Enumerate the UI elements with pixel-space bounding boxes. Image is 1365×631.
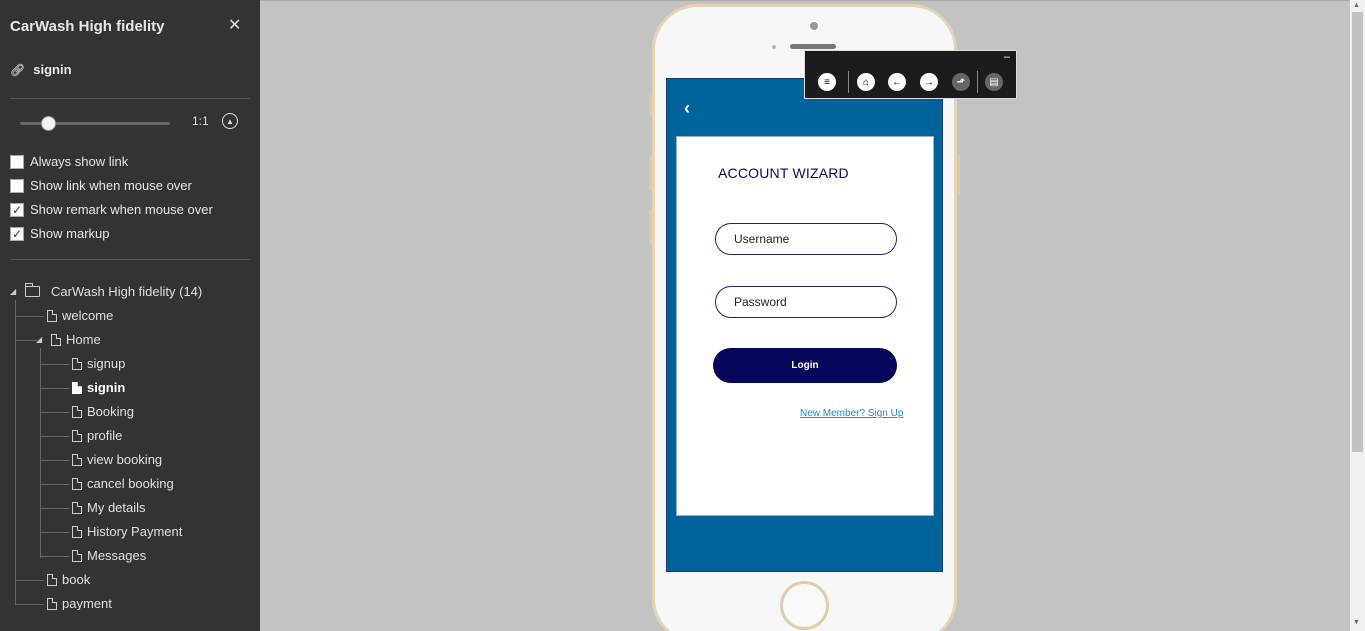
tree-item-profile[interactable]: profile	[72, 428, 122, 443]
zoom-label: 1:1	[192, 114, 209, 128]
page-icon	[72, 453, 82, 466]
checkbox-checked[interactable]: ✓	[10, 202, 24, 217]
link-icon: 🔗︎	[10, 62, 26, 77]
signin-card	[676, 136, 934, 516]
page-icon	[72, 525, 82, 538]
arrow-left-icon[interactable]: ←	[888, 73, 906, 91]
page-icon	[72, 357, 82, 370]
phone-button	[649, 210, 652, 245]
option-label: Show remark when mouse over	[30, 202, 213, 217]
page-title: ACCOUNT WIZARD	[718, 165, 849, 181]
username-field[interactable]: Username	[715, 223, 897, 255]
current-page-label: signin	[33, 62, 72, 77]
phone-button	[649, 95, 652, 115]
folder-icon	[25, 283, 40, 297]
home-button	[780, 581, 829, 630]
option-show-markup[interactable]: ✓ Show markup	[10, 226, 109, 241]
arrow-right-icon[interactable]: →	[920, 73, 938, 91]
divider	[977, 71, 978, 93]
sensor	[772, 45, 776, 49]
close-icon[interactable]: ✕	[228, 18, 241, 34]
sidebar: CarWash High fidelity ✕ 🔗︎ signin 1:1 ▲ …	[0, 0, 260, 631]
page-icon	[51, 333, 61, 346]
checkbox-checked[interactable]: ✓	[10, 226, 24, 241]
expand-triangle-icon[interactable]: ◢	[36, 335, 46, 344]
tree-item-book[interactable]: book	[47, 572, 90, 587]
tree-item-history-payment[interactable]: History Payment	[72, 524, 182, 539]
page-icon	[72, 501, 82, 514]
option-show-remark[interactable]: ✓ Show remark when mouse over	[10, 202, 213, 217]
home-icon[interactable]: ⌂	[857, 73, 875, 91]
zoom-slider-thumb[interactable]	[41, 116, 56, 131]
page-icon	[72, 405, 82, 418]
current-page: 🔗︎ signin	[10, 62, 72, 77]
option-label: Show markup	[30, 226, 110, 241]
tree-item-payment[interactable]: payment	[47, 596, 112, 610]
document-icon[interactable]: ▤	[985, 73, 1003, 91]
tree-root[interactable]: ◢ CarWash High fidelity (14)	[10, 283, 202, 299]
option-show-link-mouse-over[interactable]: Show link when mouse over	[10, 178, 192, 193]
phone-button	[957, 155, 960, 195]
checkbox[interactable]	[10, 178, 24, 193]
tree-item-messages[interactable]: Messages	[72, 548, 146, 563]
page-icon	[47, 597, 57, 610]
scroll-up-icon[interactable]: ▲	[1353, 2, 1360, 9]
scrollbar-thumb[interactable]	[1352, 12, 1363, 452]
page-icon	[72, 381, 82, 394]
floating-toolbar: – ≡ ⌂ ← → ⬏ ▤	[804, 50, 1017, 99]
tree-item-home[interactable]: ◢ Home	[36, 332, 101, 347]
divider	[10, 259, 250, 260]
option-always-show-link[interactable]: Always show link	[10, 154, 128, 169]
menu-icon[interactable]: ≡	[818, 73, 836, 91]
chevron-up-icon[interactable]: ▲	[222, 113, 238, 129]
password-field[interactable]: Password	[715, 286, 897, 318]
scroll-down-icon[interactable]: ▼	[1353, 619, 1360, 626]
camera-icon	[810, 22, 818, 30]
page-icon	[72, 429, 82, 442]
phone-button	[649, 155, 652, 190]
minimize-button[interactable]: –	[1004, 51, 1010, 63]
speaker	[790, 44, 836, 49]
tree-item-cancel-booking[interactable]: cancel booking	[72, 476, 174, 491]
page-icon	[47, 309, 57, 322]
vertical-scrollbar[interactable]: ▲ ▼	[1350, 0, 1365, 631]
tree-item-signup[interactable]: signup	[72, 356, 125, 371]
project-title: CarWash High fidelity	[10, 18, 165, 35]
tree-item-booking[interactable]: Booking	[72, 404, 134, 419]
tree-item-view-booking[interactable]: view booking	[72, 452, 162, 467]
login-button[interactable]: Login	[713, 348, 897, 383]
option-label: Always show link	[30, 154, 129, 169]
checkbox[interactable]	[10, 154, 24, 169]
back-arrow-icon[interactable]: ‹	[684, 98, 690, 119]
upload-icon[interactable]: ⬏	[952, 73, 970, 91]
signup-link[interactable]: New Member? Sign Up	[800, 408, 903, 419]
page-tree: ◢ CarWash High fidelity (14) welcome ◢ H…	[0, 280, 260, 610]
option-label: Show link when mouse over	[30, 178, 192, 193]
expand-triangle-icon[interactable]: ◢	[10, 287, 20, 296]
page-icon	[72, 477, 82, 490]
page-icon	[47, 573, 57, 586]
tree-item-welcome[interactable]: welcome	[47, 308, 113, 323]
divider	[848, 71, 849, 93]
tree-item-my-details[interactable]: My details	[72, 500, 146, 515]
page-icon	[72, 549, 82, 562]
tree-item-signin[interactable]: signin	[72, 380, 125, 395]
divider	[10, 98, 250, 99]
